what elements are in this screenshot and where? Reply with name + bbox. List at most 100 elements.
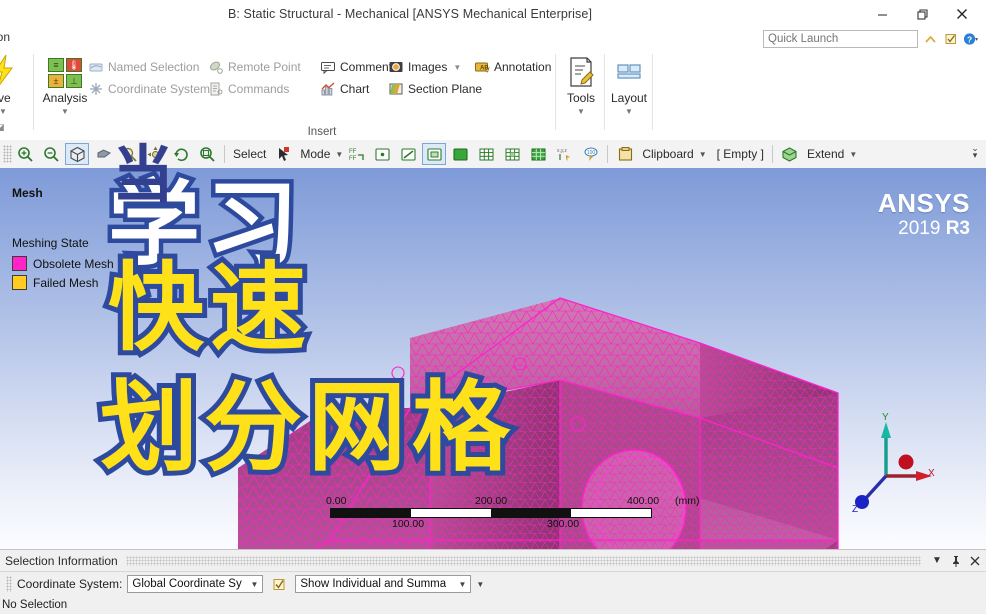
chart-label: Chart (340, 82, 370, 96)
scale-bar-bottom-labels: 100.00 300.00 (330, 518, 652, 531)
selection-status: No Selection (0, 597, 986, 614)
chart-button[interactable]: Chart (320, 78, 392, 100)
solve-button[interactable]: lve ▼ (0, 48, 34, 116)
toolbar-grip[interactable] (3, 145, 12, 163)
pan-icon[interactable] (143, 143, 167, 165)
restore-icon[interactable] (902, 1, 942, 27)
select-faces-icon[interactable] (422, 143, 447, 165)
commands-icon (208, 81, 224, 97)
coordinate-system-label: Coordinate System (108, 82, 211, 96)
chevron-down-icon[interactable]: ▼ (0, 107, 7, 116)
zoom-in-icon[interactable] (13, 143, 37, 165)
layout-button[interactable]: Layout ▼ (605, 48, 653, 116)
scale-label: 200.00 (475, 495, 508, 507)
coordinate-system-select[interactable]: Global Coordinate Sy ▼ (127, 575, 264, 593)
select-edges-icon[interactable] (396, 143, 420, 165)
mode-label[interactable]: Mode (296, 147, 334, 161)
window-controls (862, 0, 982, 28)
close-icon[interactable] (967, 552, 983, 570)
named-selection-icon (88, 59, 104, 75)
remote-point-button[interactable]: Remote Point (208, 56, 301, 78)
select-all-faces-icon[interactable]: FF FF (344, 143, 368, 165)
chevron-down-icon[interactable]: ▼ (61, 107, 69, 116)
pin-icon[interactable] (948, 552, 964, 570)
zoom-to-fit-icon[interactable] (195, 143, 219, 165)
lightning-solve-icon (0, 54, 18, 88)
chevron-down-icon[interactable]: ▼ (456, 580, 468, 589)
select-nodes-icon[interactable] (474, 143, 498, 165)
clipboard-label[interactable]: Clipboard (638, 147, 697, 161)
chevron-up-icon[interactable] (923, 31, 938, 47)
section-plane-button[interactable]: Section Plane (388, 78, 482, 100)
minimize-icon[interactable] (862, 1, 902, 27)
select-bodies-icon[interactable] (448, 143, 472, 165)
section-plane-label: Section Plane (408, 82, 483, 96)
svg-text:FF: FF (349, 156, 357, 162)
chevron-down-icon[interactable]: ▼ (699, 150, 707, 159)
display-toggle-icon[interactable] (268, 577, 290, 592)
svg-text:FF: FF (349, 149, 357, 155)
images-button[interactable]: Images ▼ (388, 56, 482, 78)
toolbar-overflow-icon[interactable]: ⌄ ▾ (968, 143, 982, 160)
chevron-down-icon[interactable]: ▼ (849, 150, 857, 159)
magnify-icon[interactable] (117, 143, 141, 165)
toolbar-separator (224, 145, 225, 163)
commands-button[interactable]: Commands (208, 78, 301, 100)
quick-launch-area: ? (763, 29, 978, 49)
clipboard-icon[interactable] (613, 143, 637, 165)
comment-icon (320, 59, 336, 75)
quick-launch-input[interactable] (763, 30, 918, 48)
extend-icon[interactable] (778, 143, 802, 165)
box-zoom-icon[interactable] (65, 143, 89, 165)
comment-button[interactable]: Comment (320, 56, 392, 78)
svg-text:x,y,z: x,y,z (557, 148, 567, 154)
triad-label-y: Y (882, 412, 889, 423)
zoom-out-icon[interactable] (39, 143, 63, 165)
rotate-icon[interactable] (169, 143, 193, 165)
label-probe-icon[interactable]: 100 (578, 143, 602, 165)
toolbar-separator (607, 145, 609, 163)
annotation-button[interactable]: AB Annotation (474, 56, 551, 78)
graphics-viewport[interactable]: Mesh Meshing State Obsolete Mesh Failed … (0, 168, 986, 549)
title-bar: B: Static Structural - Mechanical [ANSYS… (0, 0, 986, 28)
named-selection-button[interactable]: Named Selection (88, 56, 210, 78)
display-mode-value: Show Individual and Summa (300, 578, 447, 590)
remote-point-label: Remote Point (228, 60, 301, 74)
chevron-down-icon[interactable]: ▼ (929, 552, 945, 570)
more-options-caret[interactable]: ▼ (476, 580, 484, 589)
display-mode-select[interactable]: Show Individual and Summa ▼ (295, 575, 472, 593)
insert-group-title: Insert (307, 126, 337, 138)
chevron-down-icon[interactable]: ▼ (577, 107, 585, 116)
images-icon (388, 59, 404, 75)
analysis-button[interactable]: ≡ 🌡 ± ⊥ Analysis ▼ (34, 48, 96, 116)
chevron-down-icon[interactable]: ▼ (625, 107, 633, 116)
select-vertices-icon[interactable] (370, 143, 394, 165)
ansys-version: 2019 R3 (878, 219, 970, 238)
chevron-down-icon[interactable]: ▼ (335, 150, 343, 159)
extend-label[interactable]: Extend (803, 147, 848, 161)
chevron-down-icon[interactable]: ▼ (453, 63, 461, 72)
chevron-down-icon[interactable]: ▼ (248, 580, 260, 589)
coordinates-probe-icon[interactable]: x,y,z (552, 143, 576, 165)
remote-point-icon (208, 59, 224, 75)
insert-column-5: AB Annotation (474, 56, 551, 78)
tab-automation[interactable]: ation (0, 30, 10, 44)
panel-drag-area[interactable] (125, 555, 921, 566)
mesh-model[interactable] (0, 168, 986, 549)
toolbar-grip[interactable] (6, 576, 12, 592)
pin-ribbon-icon[interactable] (943, 31, 958, 47)
solve-dialog-launcher[interactable]: ◪ (0, 122, 5, 133)
triad-label-x: X (928, 468, 935, 479)
close-icon[interactable] (942, 1, 982, 27)
select-elements-icon[interactable] (500, 143, 524, 165)
shaded-box-icon[interactable] (91, 143, 115, 165)
help-icon[interactable]: ? (963, 31, 978, 47)
tools-label: Tools (566, 91, 595, 105)
axis-triad[interactable]: Y X Z (844, 412, 936, 515)
tools-button[interactable]: Tools ▼ (557, 48, 605, 116)
coordinate-system-button[interactable]: Coordinate System (88, 78, 210, 100)
select-element-faces-icon[interactable] (526, 143, 550, 165)
section-plane-icon (388, 81, 404, 97)
coordinate-system-icon (88, 81, 104, 97)
select-mode-cursor-icon[interactable] (271, 143, 295, 165)
